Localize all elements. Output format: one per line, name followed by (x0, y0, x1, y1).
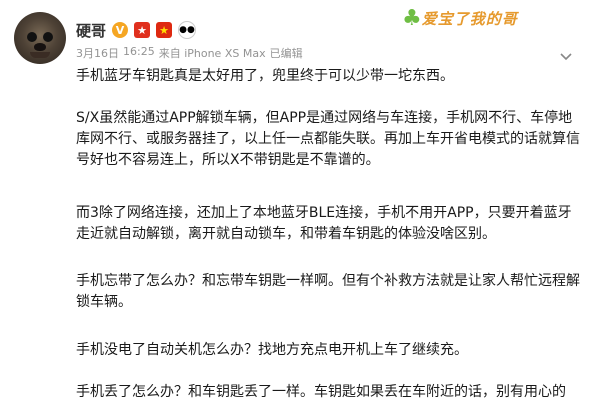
author-name[interactable]: 硬哥 (76, 20, 106, 41)
chevron-down-icon[interactable] (558, 48, 574, 64)
verified-icon[interactable]: V (112, 22, 129, 38)
post-meta: 3月16日 16:25 来自 iPhone XS Max 已编辑 (76, 45, 303, 61)
avatar-eye (27, 32, 37, 42)
avatar-eye (43, 32, 53, 42)
post-header: 硬哥 V ★ ★ ●● 3月16日 16:25 来自 iPhone XS Max… (0, 0, 594, 66)
post-date[interactable]: 3月16日 (76, 45, 119, 61)
post-paragraph: 而3除了网络连接，还加上了本地蓝牙BLE连接，手机不用开APP，只要开着蓝牙走近… (76, 205, 572, 242)
avatar-nose (34, 43, 46, 51)
medal-icon[interactable]: ★ (134, 22, 151, 38)
post-edited[interactable]: 已编辑 (270, 45, 303, 61)
avatar-mouth (30, 52, 50, 58)
post-paragraph: 手机蓝牙车钥匙真是太好用了，兜里终于可以少带一坨东西。 (76, 68, 454, 84)
post-paragraph: 手机忘带了怎么办？和忘带车钥匙一样啊。但有个补救方法就是让家人帮忙远程解锁车辆。 (76, 273, 580, 310)
card-banner: ♣ 爱宝了我的哥 (402, 2, 582, 34)
post-source: 来自 iPhone XS Max (158, 47, 266, 60)
lucky-bag-icon: ♣ (402, 5, 422, 31)
china-flag-icon: ★ (156, 22, 173, 38)
panda-icon: ●● (178, 21, 197, 39)
post-paragraph: 手机没电了自动关机怎么办？找地方充点电开机上车了继续充。 (76, 342, 468, 358)
banner-text: 爱宝了我的哥 (421, 9, 518, 28)
author-row: 硬哥 V ★ ★ ●● (76, 20, 197, 41)
avatar[interactable] (14, 12, 66, 64)
post-time[interactable]: 16:25 (123, 45, 155, 61)
post-paragraph: S/X虽然能通过APP解锁车辆，但APP是通过网络与车连接，手机网不行、车停地库… (76, 110, 580, 168)
